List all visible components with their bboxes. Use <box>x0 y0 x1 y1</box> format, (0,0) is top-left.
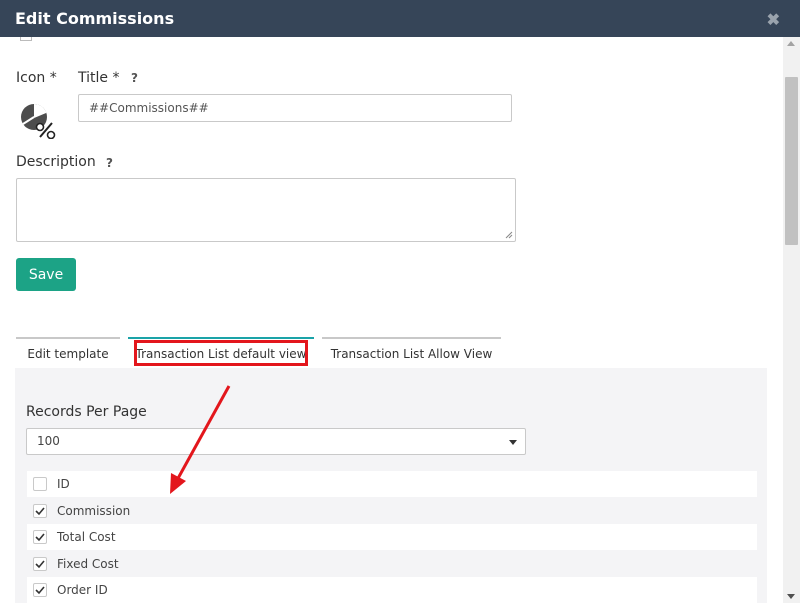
checkbox-commission[interactable] <box>33 504 47 518</box>
column-row-commission[interactable]: Commission <box>27 498 757 524</box>
dialog-body[interactable]: Icon * Title * ? Description ? Save Edit… <box>0 37 783 603</box>
column-row-order-id[interactable]: Order ID <box>27 577 757 603</box>
checkbox-fixed-cost[interactable] <box>33 557 47 571</box>
records-per-page-value: 100 <box>37 434 60 448</box>
description-help-icon[interactable]: ? <box>106 156 113 170</box>
icon-label: Icon * <box>16 70 57 86</box>
records-per-page-select[interactable]: 100 <box>26 428 526 455</box>
scroll-down-icon[interactable] <box>787 594 795 599</box>
checkbox-total-cost[interactable] <box>33 530 47 544</box>
column-row-total-cost[interactable]: Total Cost <box>27 524 757 550</box>
dialog-title: Edit Commissions <box>15 9 175 28</box>
checkbox-order-id[interactable] <box>33 583 47 597</box>
resize-grip-icon[interactable] <box>505 231 513 239</box>
title-label: Title * <box>78 70 120 86</box>
title-help-icon[interactable]: ? <box>131 71 138 85</box>
checkbox-id[interactable] <box>33 477 47 491</box>
description-textarea[interactable] <box>16 178 516 242</box>
checkmark-icon <box>35 560 45 569</box>
column-label: Commission <box>57 504 131 518</box>
checkmark-icon <box>35 507 45 516</box>
scroll-up-icon[interactable] <box>787 41 795 46</box>
checkmark-icon <box>35 586 45 595</box>
close-icon[interactable]: ✖ <box>767 10 780 30</box>
checkbox-partial[interactable] <box>20 37 32 41</box>
tab-transaction-list-default-view[interactable]: Transaction List default view <box>128 337 314 367</box>
column-label: ID <box>57 477 70 491</box>
scrollbar-thumb[interactable] <box>785 77 798 245</box>
column-label: Fixed Cost <box>57 557 119 571</box>
dialog-header: Edit Commissions ✖ <box>0 0 800 37</box>
column-row-id[interactable]: ID <box>27 471 757 497</box>
pie-percent-icon[interactable] <box>18 101 58 140</box>
vertical-scrollbar[interactable] <box>783 37 800 603</box>
tab-transaction-list-allow-view[interactable]: Transaction List Allow View <box>322 337 501 367</box>
checkmark-icon <box>35 533 45 542</box>
column-label: Order ID <box>57 583 108 597</box>
chevron-down-icon <box>509 440 517 445</box>
title-input[interactable] <box>78 94 512 122</box>
records-per-page-label: Records Per Page <box>26 404 147 420</box>
tab-edit-template[interactable]: Edit template <box>16 337 120 367</box>
column-row-fixed-cost[interactable]: Fixed Cost <box>27 551 757 577</box>
description-label: Description <box>16 154 96 170</box>
save-button[interactable]: Save <box>16 258 76 291</box>
column-label: Total Cost <box>57 530 116 544</box>
